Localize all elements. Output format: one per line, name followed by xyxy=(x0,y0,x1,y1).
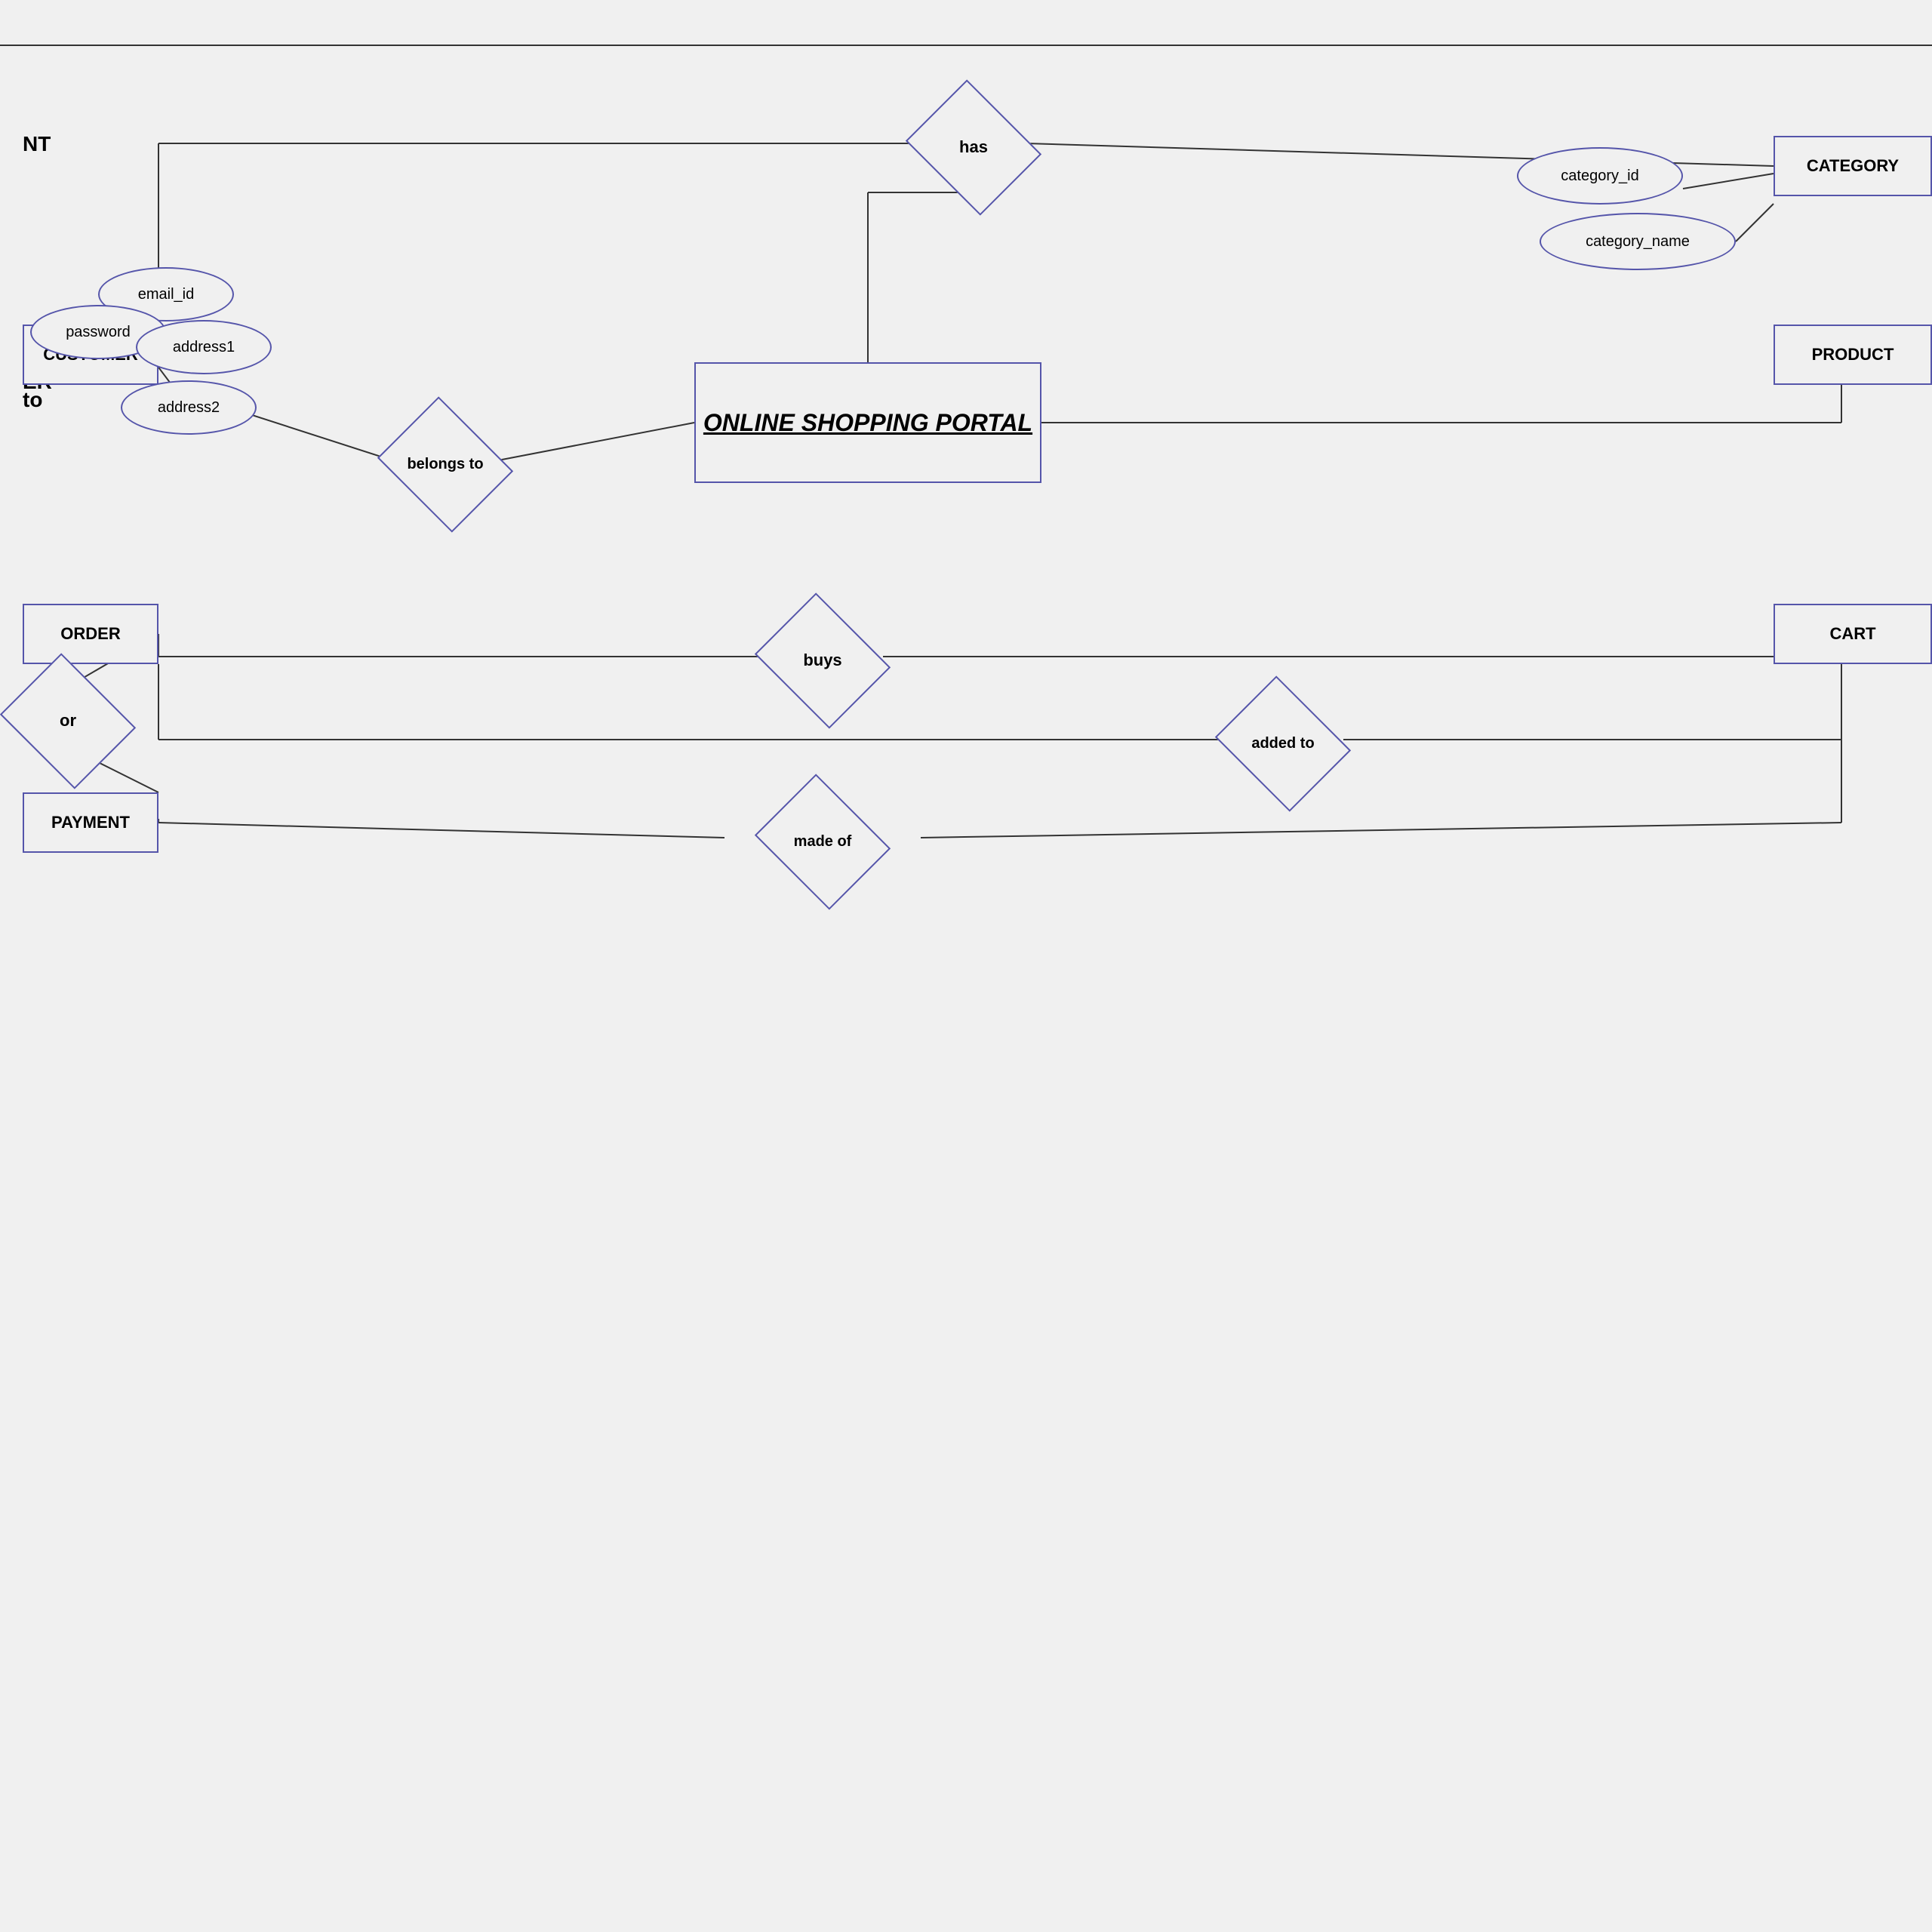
attribute-address2: address2 xyxy=(121,380,257,435)
attribute-category-id: category_id xyxy=(1517,147,1683,205)
entity-product: PRODUCT xyxy=(1774,325,1932,385)
entity-category: CATEGORY xyxy=(1774,136,1932,196)
entity-portal: ONLINE SHOPPING PORTAL xyxy=(694,362,1041,483)
relationship-buys: buys xyxy=(762,611,883,709)
relationship-or: or xyxy=(8,672,128,770)
entity-payment: PAYMENT xyxy=(23,792,158,853)
relationship-added-to: added to xyxy=(1223,694,1343,792)
attribute-category-name: category_name xyxy=(1540,213,1736,270)
attribute-address1: address1 xyxy=(136,320,272,374)
connection-lines xyxy=(0,0,1932,1932)
er-diagram: ONLINE SHOPPING PORTAL CUSTOMER ORDER PA… xyxy=(0,0,1932,1932)
relationship-has: has xyxy=(913,98,1034,196)
entity-cart: CART xyxy=(1774,604,1932,664)
entity-order: ORDER xyxy=(23,604,158,664)
relationship-belongs-to: belongs to xyxy=(385,415,506,513)
relationship-made-of: made of xyxy=(762,792,883,891)
